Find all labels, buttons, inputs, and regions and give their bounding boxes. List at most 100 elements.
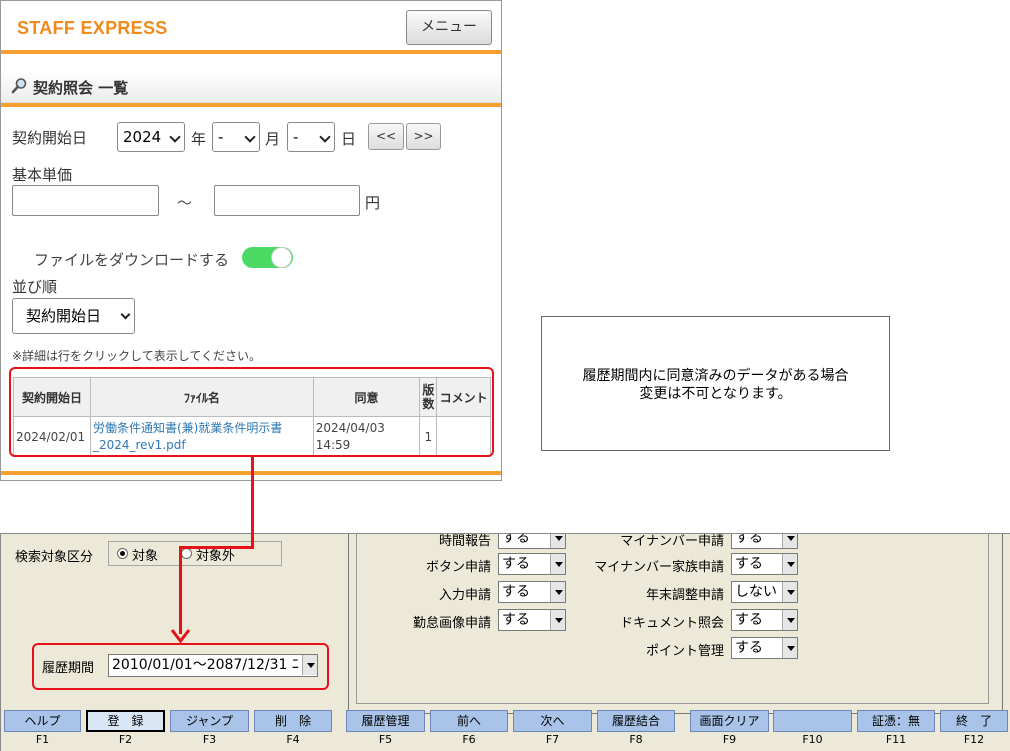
year-select[interactable]: 2024: [117, 122, 185, 152]
select-value: する: [735, 640, 763, 656]
dropdown-arrow-icon: [782, 582, 797, 602]
dropdown-arrow-icon: [550, 554, 565, 574]
fkey-number: F4: [286, 733, 300, 746]
annotation-line1: 履歴期間内に同意済みのデータがある場合: [582, 368, 849, 384]
f3-jump-button[interactable]: ジャンプ: [170, 710, 249, 732]
month-select[interactable]: -: [212, 122, 260, 152]
desktop-app-window: 検索対象区分 対象 対象外 時間報告 する ボタン申請 する 入力申請 する 勤…: [0, 533, 1010, 751]
menu-button[interactable]: メニュー: [406, 10, 492, 45]
select-value: する: [735, 612, 763, 628]
sort-select[interactable]: 契約開始日: [12, 298, 135, 334]
f11-evidence-button[interactable]: 証憑：無: [857, 710, 935, 732]
month-suffix: 月: [265, 130, 281, 148]
range-separator: ～: [177, 194, 193, 212]
select-value: する: [735, 533, 763, 546]
chevron-down-icon: [319, 131, 331, 143]
sort-label: 並び順: [12, 278, 58, 296]
f12-exit-button[interactable]: 終 了: [940, 710, 1008, 732]
arrow-head-icon: [170, 629, 191, 644]
dropdown-arrow-icon: [550, 534, 565, 548]
base-price-label: 基本単価: [12, 166, 73, 184]
dropdown-arrow-icon: [782, 610, 797, 630]
f4-delete-button[interactable]: 削 除: [254, 710, 332, 732]
input-request-select[interactable]: する: [498, 581, 566, 603]
highlight-period-box: [32, 643, 329, 690]
f5-history-button[interactable]: 履歴管理: [346, 710, 425, 732]
chevron-down-icon: [244, 131, 256, 143]
annotation-box: 履歴期間内に同意済みのデータがある場合 変更は不可となります。: [541, 316, 890, 451]
f6-prev-button[interactable]: 前へ: [430, 710, 508, 732]
fkey-number: F2: [118, 733, 133, 746]
header-divider: [1, 50, 501, 54]
chevron-down-icon: [120, 309, 131, 320]
field-label: ボタン申請: [425, 560, 491, 575]
fkey-number: F11: [885, 733, 907, 746]
select-value: しない: [735, 584, 777, 600]
fkey-number: F6: [462, 733, 476, 746]
arrow-segment: [179, 546, 182, 634]
field-label: ドキュメント照会: [619, 616, 724, 631]
f7-next-button[interactable]: 次へ: [513, 710, 592, 732]
time-report-select[interactable]: する: [498, 533, 566, 549]
year-end-adjust-select[interactable]: しない: [731, 581, 798, 603]
attendance-image-select[interactable]: する: [498, 609, 566, 631]
download-label: ファイルをダウンロードする: [34, 251, 230, 269]
field-label: 時間報告: [438, 534, 491, 549]
field-label: 勤怠画像申請: [412, 616, 491, 631]
price-min-input[interactable]: [12, 185, 159, 216]
f2-register-button[interactable]: 登 録: [86, 710, 165, 732]
next-button[interactable]: >>: [406, 123, 441, 150]
day-select[interactable]: -: [287, 122, 335, 152]
radio-non-target[interactable]: [181, 548, 192, 559]
fkey-number: F9: [722, 733, 737, 746]
arrow-segment: [179, 546, 254, 549]
select-value: する: [502, 556, 530, 572]
select-value: する: [502, 533, 530, 546]
f9-clear-button[interactable]: 画面クリア: [690, 710, 769, 732]
download-toggle[interactable]: [242, 247, 293, 268]
brand-logo: STAFF EXPRESS: [17, 18, 168, 38]
prev-button[interactable]: <<: [368, 123, 404, 150]
select-value: する: [502, 612, 530, 628]
chevron-down-icon: [169, 131, 181, 143]
detail-note: ※詳細は行をクリックして表示してください。: [12, 349, 261, 363]
f1-help-button[interactable]: ヘルプ: [4, 710, 81, 732]
search-target-label: 検索対象区分: [15, 550, 94, 565]
dropdown-arrow-icon: [782, 534, 797, 548]
fkey-number: F12: [963, 733, 985, 746]
mynumber-family-select[interactable]: する: [731, 553, 798, 575]
field-label: ポイント管理: [645, 644, 724, 659]
field-label: 入力申請: [438, 588, 491, 603]
day-suffix: 日: [341, 130, 357, 148]
fkey-number: F8: [629, 733, 643, 746]
page-title: 契約照会 一覧: [33, 79, 129, 97]
dropdown-arrow-icon: [550, 610, 565, 630]
f10-blank-button[interactable]: [773, 710, 852, 732]
day-value: -: [293, 128, 299, 146]
field-label: 年末調整申請: [645, 588, 724, 603]
f8-merge-history-button[interactable]: 履歴結合: [597, 710, 675, 732]
select-value: する: [735, 556, 763, 572]
select-value: する: [502, 584, 530, 600]
arrow-segment: [251, 457, 254, 548]
point-management-select[interactable]: する: [731, 637, 798, 659]
field-label: マイナンバー家族申請: [594, 560, 724, 575]
fkey-number: F1: [35, 733, 50, 746]
year-suffix: 年: [191, 130, 207, 148]
field-label: マイナンバー申請: [620, 534, 724, 549]
fkey-number: F7: [545, 733, 560, 746]
mynumber-request-select[interactable]: する: [731, 533, 798, 549]
magnifier-icon: [11, 78, 27, 94]
price-max-input[interactable]: [214, 185, 360, 216]
fkey-number: F10: [802, 733, 823, 746]
year-value: 2024: [123, 128, 162, 146]
title-divider: [1, 103, 501, 107]
document-inquiry-select[interactable]: する: [731, 609, 798, 631]
radio-target[interactable]: [117, 548, 128, 559]
sort-value: 契約開始日: [26, 307, 102, 325]
radio-target-label: 対象: [132, 549, 159, 564]
yen-unit: 円: [365, 194, 381, 212]
button-request-select[interactable]: する: [498, 553, 566, 575]
dropdown-arrow-icon: [782, 638, 797, 658]
annotation-line2: 変更は不可となります。: [639, 386, 792, 402]
